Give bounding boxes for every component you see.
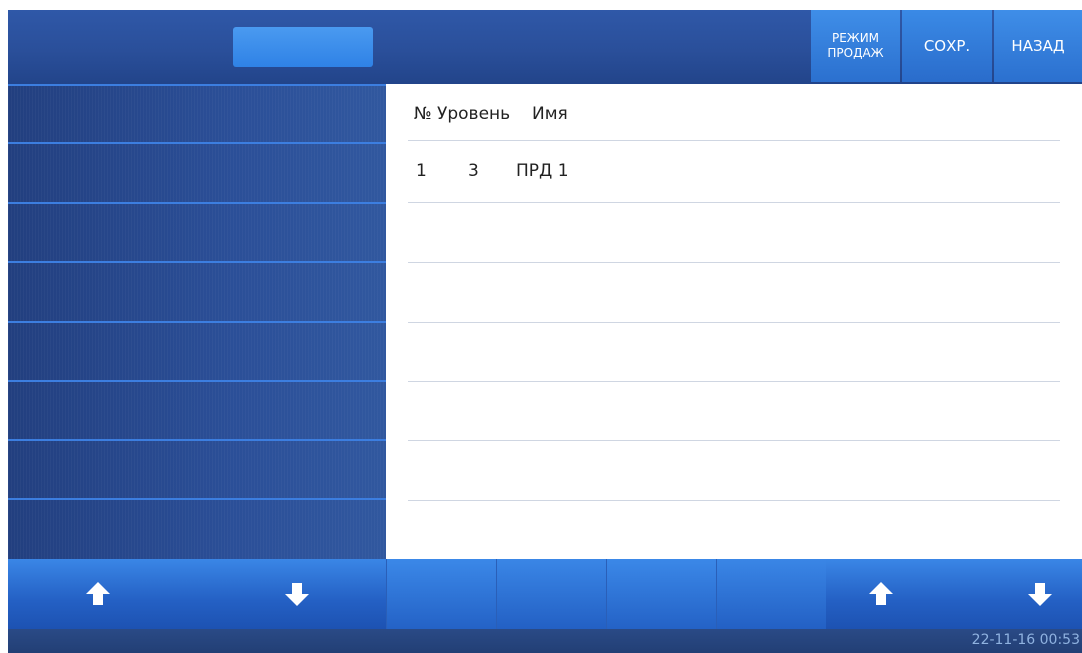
left-divider bbox=[8, 202, 386, 204]
row-divider bbox=[408, 140, 1060, 141]
left-scroll-up-button[interactable] bbox=[8, 559, 188, 629]
row-name: ПРД 1 bbox=[516, 161, 569, 181]
left-scroll-down-button[interactable] bbox=[208, 559, 386, 629]
function-key-4[interactable] bbox=[716, 559, 826, 629]
bottom-bar bbox=[8, 559, 1082, 629]
left-divider bbox=[8, 439, 386, 441]
row-divider bbox=[408, 381, 1060, 382]
left-panel bbox=[8, 84, 386, 559]
row-divider bbox=[408, 440, 1060, 441]
right-scroll-up-button[interactable] bbox=[826, 559, 936, 629]
save-button[interactable]: СОХР. bbox=[902, 10, 992, 82]
top-input-field[interactable] bbox=[233, 27, 373, 67]
row-divider bbox=[408, 202, 1060, 203]
function-key-3[interactable] bbox=[606, 559, 716, 629]
back-button[interactable]: НАЗАД bbox=[994, 10, 1082, 82]
back-button-label: НАЗАД bbox=[1011, 37, 1065, 55]
column-header-name: Имя bbox=[532, 104, 568, 124]
row-divider bbox=[408, 322, 1060, 323]
arrow-down-icon bbox=[285, 583, 309, 606]
row-divider bbox=[408, 262, 1060, 263]
left-divider bbox=[8, 380, 386, 382]
left-divider bbox=[8, 142, 386, 144]
status-bar: 22-11-16 00:53 bbox=[8, 629, 1082, 653]
sales-mode-label-line1: РЕЖИМ bbox=[831, 31, 880, 45]
save-button-label: СОХР. bbox=[923, 37, 971, 55]
right-scroll-down-button[interactable] bbox=[998, 559, 1082, 629]
arrow-down-icon bbox=[1028, 583, 1052, 606]
row-number: 1 bbox=[416, 161, 427, 181]
sales-mode-button[interactable]: РЕЖИМ ПРОДАЖ bbox=[811, 10, 900, 82]
row-level: 3 bbox=[468, 161, 479, 181]
screen: РЕЖИМ ПРОДАЖ СОХР. НАЗАД № Уровень Имя 1… bbox=[8, 10, 1082, 653]
left-divider bbox=[8, 498, 386, 500]
top-bar: РЕЖИМ ПРОДАЖ СОХР. НАЗАД bbox=[8, 10, 1082, 84]
row-divider bbox=[408, 500, 1060, 501]
column-header-number: № bbox=[414, 104, 432, 124]
left-divider bbox=[8, 84, 386, 86]
list-panel: № Уровень Имя 1 3 ПРД 1 bbox=[386, 84, 1082, 559]
arrow-up-icon bbox=[86, 582, 110, 605]
arrow-up-icon bbox=[869, 582, 893, 605]
sales-mode-label-line2: ПРОДАЖ bbox=[827, 46, 884, 60]
function-key-2[interactable] bbox=[496, 559, 606, 629]
left-divider bbox=[8, 261, 386, 263]
datetime-display: 22-11-16 00:53 bbox=[971, 632, 1080, 648]
left-divider bbox=[8, 321, 386, 323]
function-key-1[interactable] bbox=[386, 559, 496, 629]
column-header-level: Уровень bbox=[437, 104, 511, 124]
